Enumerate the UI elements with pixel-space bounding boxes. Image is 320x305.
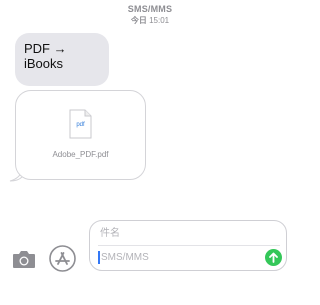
message-text: PDF → iBooks — [24, 41, 67, 71]
camera-icon[interactable] — [12, 249, 36, 269]
composer-field-divider — [98, 245, 280, 246]
send-button[interactable] — [265, 249, 282, 266]
message-composer: 件名 SMS/MMS — [89, 220, 287, 271]
text-cursor — [98, 251, 100, 264]
conversation-header: SMS/MMS 今日 15:01 — [0, 4, 300, 26]
received-message-bubble[interactable]: PDF → iBooks — [15, 33, 109, 86]
pdf-document-icon: pdf — [69, 109, 92, 139]
message-field[interactable]: SMS/MMS — [101, 251, 251, 265]
subject-field[interactable]: 件名 — [100, 227, 280, 241]
subject-placeholder: 件名 — [100, 228, 120, 239]
timestamp-day: 今日 — [130, 16, 147, 25]
service-label: SMS/MMS — [127, 4, 173, 14]
attachment-file-name: Adobe_PDF.pdf — [52, 150, 109, 159]
app-store-icon[interactable] — [49, 245, 76, 272]
file-type-label: pdf — [76, 122, 85, 128]
attachment-bubble[interactable]: pdf Adobe_PDF.pdf — [15, 90, 146, 180]
composer-divider — [0, 216, 300, 217]
timestamp-time: 15:01 — [149, 16, 170, 25]
arrow-up-icon — [269, 252, 278, 263]
message-placeholder: SMS/MMS — [101, 252, 149, 263]
timestamp: 今日 15:01 — [0, 15, 300, 26]
